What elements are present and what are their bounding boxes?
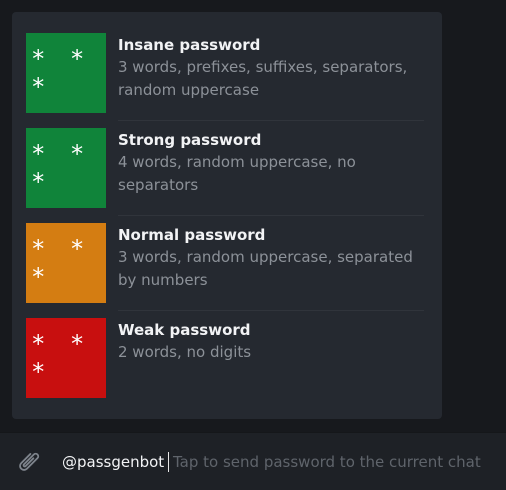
result-weak-password[interactable]: * * * Weak password 2 words, no digits (12, 297, 442, 398)
paperclip-icon[interactable] (14, 446, 44, 476)
password-thumbnail: * * * (26, 33, 106, 113)
result-title: Weak password (118, 321, 251, 339)
result-description: 3 words, prefixes, suffixes, separators,… (118, 58, 408, 99)
inline-results-popup: * * * Insane password 3 words, prefixes,… (12, 12, 442, 419)
result-description: 2 words, no digits (118, 343, 252, 361)
result-title: Strong password (118, 131, 262, 149)
result-text: Insane password 3 words, prefixes, suffi… (118, 34, 424, 102)
result-description: 3 words, random uppercase, separated by … (118, 248, 413, 289)
result-title: Insane password (118, 36, 261, 54)
result-normal-password[interactable]: * * * Normal password 3 words, random up… (12, 202, 442, 303)
result-insane-password[interactable]: * * * Insane password 3 words, prefixes,… (12, 12, 442, 113)
password-thumbnail: * * * (26, 223, 106, 303)
result-description: 4 words, random uppercase, no separators (118, 153, 356, 194)
message-input-placeholder[interactable]: Tap to send password to the current chat (173, 451, 481, 473)
password-thumbnail: * * * (26, 318, 106, 398)
result-text: Weak password 2 words, no digits (118, 319, 424, 364)
result-strong-password[interactable]: * * * Strong password 4 words, random up… (12, 107, 442, 208)
result-title: Normal password (118, 226, 266, 244)
password-thumbnail: * * * (26, 128, 106, 208)
result-text: Strong password 4 words, random uppercas… (118, 129, 424, 197)
message-input-text[interactable]: @passgenbot (62, 451, 164, 473)
result-text: Normal password 3 words, random uppercas… (118, 224, 424, 292)
text-cursor (168, 452, 169, 472)
message-composer: @passgenbot Tap to send password to the … (0, 432, 506, 490)
